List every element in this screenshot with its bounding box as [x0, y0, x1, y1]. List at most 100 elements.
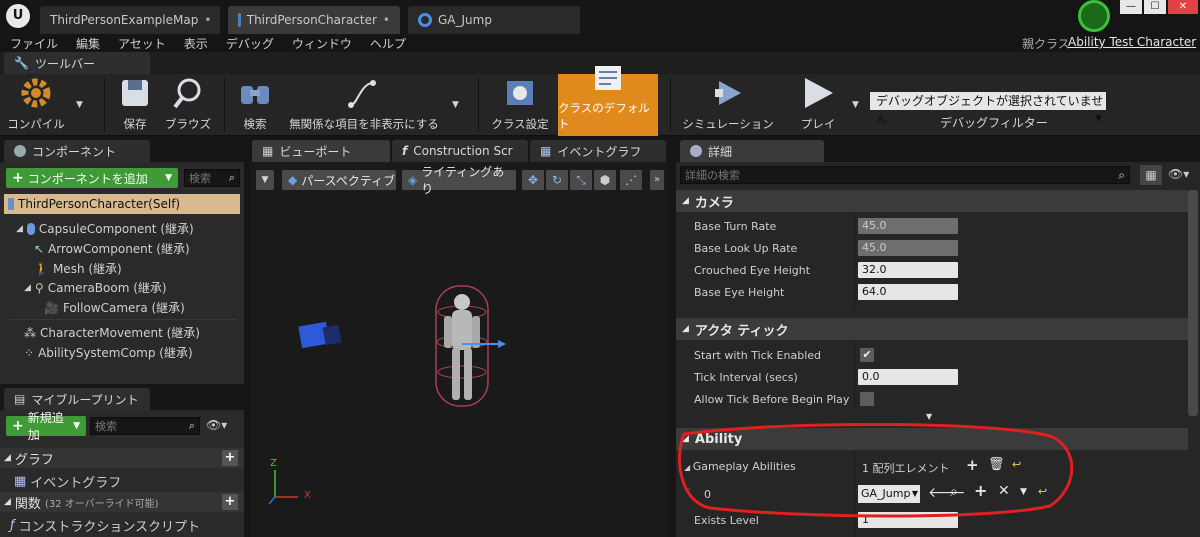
capsule-icon [26, 222, 35, 235]
component-root-row[interactable]: ThirdPersonCharacter(Self) [4, 194, 240, 214]
close-button[interactable]: ✕ [1168, 0, 1198, 14]
play-button[interactable]: プレイ [790, 74, 846, 136]
component-mesh[interactable]: 🚶 Mesh (継承) [34, 260, 122, 277]
details-scrollbar[interactable] [1188, 190, 1198, 416]
class-defaults-icon [588, 62, 628, 94]
crouched-eye-height-field[interactable]: 32.0 [858, 262, 958, 278]
lighting-button[interactable]: ◈ ライティングあり [402, 165, 516, 196]
viewport-more-icon[interactable]: » [650, 170, 664, 190]
base-look-up-rate-label: Base Look Up Rate [694, 242, 798, 255]
save-icon [115, 76, 155, 110]
component-abilitysystem[interactable]: ⁘ AbilitySystemComp (継承) [24, 344, 193, 361]
browse-button[interactable]: ブラウズ [162, 74, 214, 136]
compile-button[interactable]: コンパイル [6, 74, 66, 136]
translate-tool-icon[interactable]: ✥ [522, 170, 544, 190]
wrench-icon: 🔧 [14, 56, 29, 70]
tab-map[interactable]: ThirdPersonExampleMap • [40, 6, 220, 34]
graph-icon: ▦ [540, 144, 552, 158]
tab-character[interactable]: ThirdPersonCharacter • [228, 6, 400, 34]
find-button[interactable]: 検索 [230, 74, 280, 136]
source-control-icon[interactable] [1078, 0, 1110, 32]
axis-gizmo [268, 470, 298, 505]
tab-myblueprint[interactable]: ▤ マイブループリント [4, 388, 150, 410]
save-button[interactable]: 保存 [110, 74, 160, 136]
menu-edit[interactable]: 編集 [76, 35, 100, 52]
construction-script-item[interactable]: ƒ コンストラクションスクリプト [10, 516, 200, 535]
add-new-button[interactable]: + 新規追加 ▼ [6, 411, 86, 442]
viewport-icon: ▦ [262, 144, 274, 158]
grid-snap-icon[interactable]: ⋰ [620, 170, 642, 190]
tab-components[interactable]: コンポーネント [4, 140, 150, 162]
mesh-icon: 🚶 [34, 261, 49, 276]
rotate-tool-icon[interactable]: ↻ [546, 170, 568, 190]
base-look-up-rate-field[interactable]: 45.0 [858, 240, 958, 256]
compile-dropdown[interactable]: ▼ [76, 100, 83, 110]
myblueprint-search-input[interactable]: 検索 ⌕ [90, 417, 200, 435]
axis-z-label: Z [270, 458, 277, 469]
component-capsule[interactable]: ◢ CapsuleComponent (継承) [16, 220, 194, 237]
tick-interval-label: Tick Interval (secs) [694, 371, 798, 384]
surface-snap-icon[interactable]: ⬢ [594, 170, 616, 190]
components-panel: + コンポーネントを追加 ▼ 検索 ⌕ ThirdPersonCharacter(S… [0, 162, 244, 384]
menu-help[interactable]: ヘルプ [370, 35, 406, 52]
functions-section-header[interactable]: ◢ 関数 (32 オーバーライド可能) + [0, 492, 244, 512]
tick-interval-field[interactable]: 0.0 [858, 369, 958, 385]
menu-view[interactable]: 表示 [184, 35, 208, 52]
menu-asset[interactable]: アセット [118, 35, 166, 52]
tab-construction-script[interactable]: f Construction Scr [392, 140, 528, 162]
tab-ga-jump[interactable]: GA_Jump [408, 6, 580, 34]
components-icon [14, 145, 26, 157]
component-arrow[interactable]: ↖ ArrowComponent (継承) [34, 240, 190, 257]
event-graph-item[interactable]: ▦ イベントグラフ [14, 472, 121, 491]
hide-unrelated-button[interactable]: 無関係な項目を非表示にする [284, 74, 444, 136]
base-turn-rate-label: Base Turn Rate [694, 220, 777, 233]
details-search-input[interactable]: 詳細の検索 ⌕ [680, 166, 1130, 184]
camera-mesh-icon [298, 321, 342, 349]
spring-arm-icon: ⚲ [34, 280, 44, 295]
class-defaults-button[interactable]: クラスのデフォルト [558, 66, 658, 136]
debug-filter-label: デバッグフィルター [940, 116, 1048, 130]
axis-x-label: X [304, 490, 311, 501]
maximize-button[interactable]: ☐ [1144, 0, 1166, 14]
add-graph-button[interactable]: + [222, 450, 238, 466]
camera-section-header[interactable]: ◢ カメラ [676, 190, 1188, 212]
debug-object-select[interactable]: デバッグオブジェクトが選択されていません ▼ [870, 92, 1106, 126]
menu-file[interactable]: ファイル [10, 35, 58, 52]
scale-tool-icon[interactable]: ⤡ [570, 170, 592, 190]
allow-tick-before-play-checkbox[interactable] [860, 392, 874, 406]
add-function-button[interactable]: + [222, 494, 238, 510]
tab-viewport[interactable]: ▦ ビューポート [252, 140, 390, 162]
tab-details[interactable]: 詳細 [680, 140, 824, 162]
base-turn-rate-field[interactable]: 45.0 [858, 218, 958, 234]
class-settings-button[interactable]: クラス設定 [484, 74, 556, 136]
component-charactermovement[interactable]: ⁂ CharacterMovement (継承) [24, 324, 200, 341]
viewport-panel[interactable]: ▼ ◆ パースペクティブ ◈ ライティングあり ✥ ↻ ⤡ ⬢ ⋰ » Z X [250, 162, 668, 537]
actor-tick-section-header[interactable]: ◢ アクタ ティック [676, 318, 1188, 340]
view-options-icon[interactable]: 👁▾ [206, 418, 227, 432]
binoculars-icon [235, 76, 275, 110]
viewport-options-button[interactable]: ▼ [256, 170, 274, 190]
property-matrix-icon[interactable]: ▦ [1140, 165, 1162, 185]
component-followcamera[interactable]: 🎥 FollowCamera (継承) [44, 299, 185, 316]
book-icon: ▤ [14, 392, 26, 406]
unreal-logo-icon: U [6, 4, 30, 28]
component-cameraboom[interactable]: ◢ ⚲ CameraBoom (継承) [24, 279, 167, 296]
simulation-button[interactable]: シミュレーション [680, 74, 776, 136]
minimize-button[interactable]: — [1120, 0, 1142, 14]
parent-class-link[interactable]: Ability Test Character [1068, 35, 1196, 49]
add-component-button[interactable]: + コンポーネントを追加 ▼ [6, 168, 178, 188]
base-eye-height-field[interactable]: 64.0 [858, 284, 958, 300]
scene-preview [268, 285, 506, 505]
view-options-icon[interactable]: 👁▾ [1168, 167, 1189, 181]
menu-window[interactable]: ウィンドウ [292, 35, 352, 52]
hide-unrelated-dropdown[interactable]: ▼ [452, 100, 459, 110]
graph-section-header[interactable]: ◢ グラフ + [0, 448, 244, 468]
components-search-input[interactable]: 検索 ⌕ [184, 169, 240, 187]
start-with-tick-checkbox[interactable]: ✔ [860, 348, 874, 362]
menu-bar: ファイル 編集 アセット 表示 デバッグ ウィンドウ ヘルプ 親クラス Abil… [0, 34, 1200, 52]
tab-event-graph[interactable]: ▦ イベントグラフ [530, 140, 666, 162]
menu-debug[interactable]: デバッグ [226, 35, 274, 52]
perspective-button[interactable]: ◆ パースペクティブ [282, 170, 396, 190]
tab-toolbar[interactable]: 🔧 ツールバー [4, 52, 150, 74]
play-dropdown[interactable]: ▼ [852, 100, 859, 110]
